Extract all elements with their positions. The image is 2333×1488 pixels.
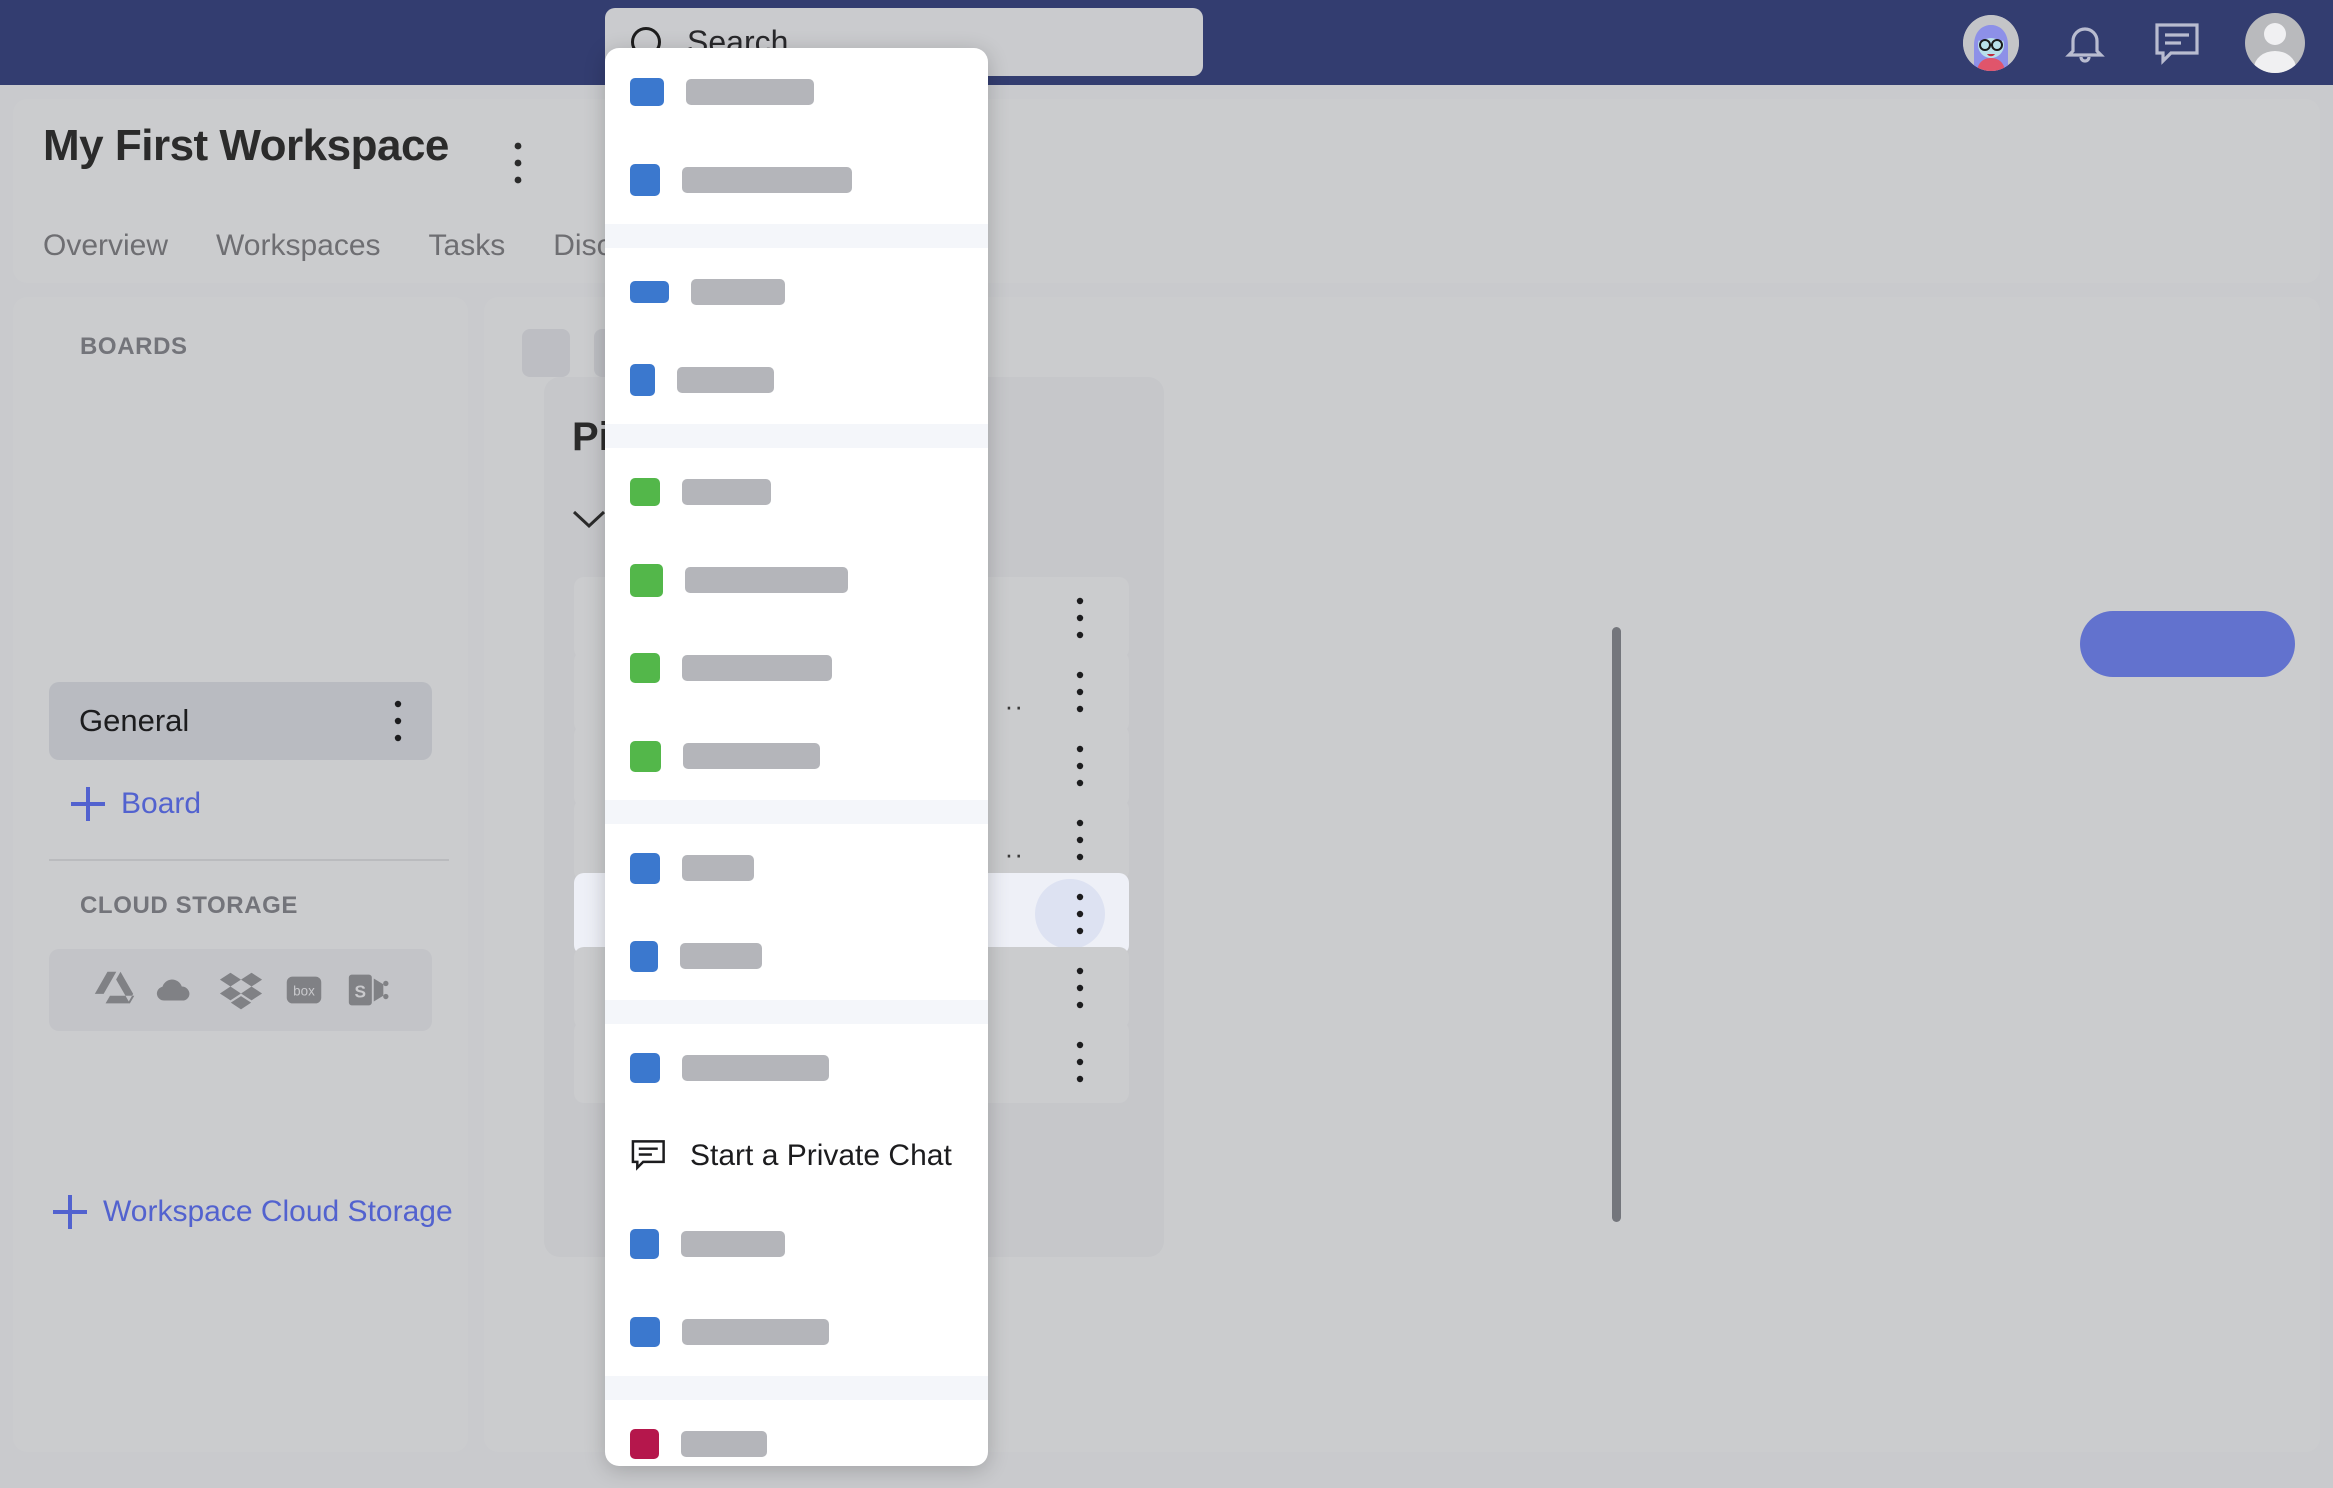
list-section-divider [605,1000,988,1024]
list-item-color-swatch [630,1053,660,1083]
list-item-placeholder-bar [682,855,754,881]
chat-icon[interactable] [2151,19,2203,67]
top-navigation-bar: Search [0,0,2333,85]
sidebar: BOARDS General Board CLOUD STORAGE box S… [13,297,468,1452]
row-overflow-ellipsis: ·· [1004,839,1024,869]
sidebar-divider [49,859,449,861]
list-item-color-swatch [630,740,661,772]
search-results-dropdown[interactable]: Start a Private Chat [605,48,988,1466]
svg-text:box: box [293,984,315,999]
add-workspace-cloud-storage-button[interactable]: Workspace Cloud Storage [53,1195,453,1229]
start-private-chat-item[interactable]: Start a Private Chat [605,1112,988,1200]
list-item-color-swatch [630,78,664,106]
bell-icon[interactable] [2061,19,2109,67]
row-kebab-icon[interactable] [1076,671,1084,713]
list-item[interactable] [605,136,988,224]
google-drive-icon[interactable] [91,967,137,1013]
list-item-color-swatch [630,164,660,196]
plus-icon [71,787,105,821]
workspace-menu-kebab-icon[interactable] [513,141,523,185]
add-board-button[interactable]: Board [71,787,201,821]
board-menu-kebab-icon[interactable] [394,700,402,742]
sidebar-item-general[interactable]: General [49,682,432,760]
row-overflow-ellipsis: ·· [1004,691,1024,721]
list-item-placeholder-bar [686,79,814,105]
tab-tasks[interactable]: Tasks [429,229,506,263]
list-item[interactable] [605,336,988,424]
primary-action-button[interactable] [2080,611,2295,677]
row-kebab-icon[interactable] [1076,819,1084,861]
sidebar-item-label: General [79,703,190,738]
row-kebab-icon[interactable] [1076,597,1084,639]
onedrive-icon[interactable] [154,967,200,1013]
add-cloud-storage-label: Workspace Cloud Storage [103,1195,453,1228]
list-item-placeholder-bar [682,479,771,505]
topbar-icon-group [1963,0,2305,85]
list-section-divider [605,224,988,248]
list-section-divider [605,1376,988,1400]
list-item[interactable] [605,624,988,712]
list-item-placeholder-bar [682,167,852,193]
cloud-storage-provider-tray: box S [49,949,432,1031]
list-item-color-swatch [630,281,669,303]
row-kebab-icon[interactable] [1076,967,1084,1009]
user-avatar-illustration[interactable] [1963,14,2019,71]
list-item-color-swatch [630,1429,659,1459]
add-board-label: Board [121,787,202,820]
tab-workspaces[interactable]: Workspaces [216,229,381,263]
list-item[interactable] [605,712,988,800]
list-item-color-swatch [630,940,658,972]
list-item-placeholder-bar [680,943,762,969]
list-item-color-swatch [630,364,655,396]
box-icon[interactable]: box [281,967,327,1013]
list-item-placeholder-bar [682,655,832,681]
tab-overview[interactable]: Overview [43,229,168,263]
list-item[interactable] [605,536,988,624]
list-item[interactable] [605,912,988,1000]
list-item-color-swatch [630,1317,660,1347]
workspace-tabs: Overview Workspaces Tasks Discuss [43,229,658,263]
list-item[interactable] [605,1024,988,1112]
chat-bubble-icon [631,1140,665,1171]
list-item-placeholder-bar [683,743,820,769]
list-item-placeholder-bar [677,367,774,393]
list-item[interactable] [605,1400,988,1466]
list-item[interactable] [605,48,988,136]
plus-icon [53,1195,87,1229]
sharepoint-icon[interactable]: S [345,967,391,1013]
list-section-divider [605,424,988,448]
list-item-color-swatch [630,852,660,884]
page-title: My First Workspace [43,121,449,170]
start-private-chat-label: Start a Private Chat [690,1139,952,1172]
list-item-color-swatch [630,478,660,506]
workspace-header: My First Workspace Overview Workspaces T… [13,99,2320,283]
list-item[interactable] [605,248,988,336]
row-kebab-hover-highlight [1035,879,1105,949]
dropbox-icon[interactable] [218,967,264,1013]
list-item-color-swatch [630,1229,659,1259]
list-item[interactable] [605,448,988,536]
list-item[interactable] [605,1288,988,1376]
list-item-placeholder-bar [681,1431,767,1457]
list-item-placeholder-bar [682,1319,829,1345]
row-kebab-icon[interactable] [1076,745,1084,787]
row-kebab-icon[interactable] [1076,1041,1084,1083]
toolbar-button-1[interactable] [522,329,570,377]
row-kebab-icon[interactable] [1076,893,1084,935]
list-item-placeholder-bar [682,1055,829,1081]
list-item-color-swatch [630,653,660,683]
list-item[interactable] [605,1200,988,1288]
main-panel-scrollbar[interactable] [1612,627,1621,1222]
svg-text:S: S [354,982,366,1002]
list-item-placeholder-bar [691,279,785,305]
list-section-divider [605,800,988,824]
list-item[interactable] [605,824,988,912]
sidebar-section-boards-label: BOARDS [80,333,188,360]
list-item-placeholder-bar [681,1231,785,1257]
profile-avatar[interactable] [2245,12,2305,73]
list-item-color-swatch [630,563,663,597]
chevron-down-icon[interactable] [572,509,606,529]
sidebar-section-cloud-label: CLOUD STORAGE [80,892,299,919]
list-item-placeholder-bar [685,567,848,593]
